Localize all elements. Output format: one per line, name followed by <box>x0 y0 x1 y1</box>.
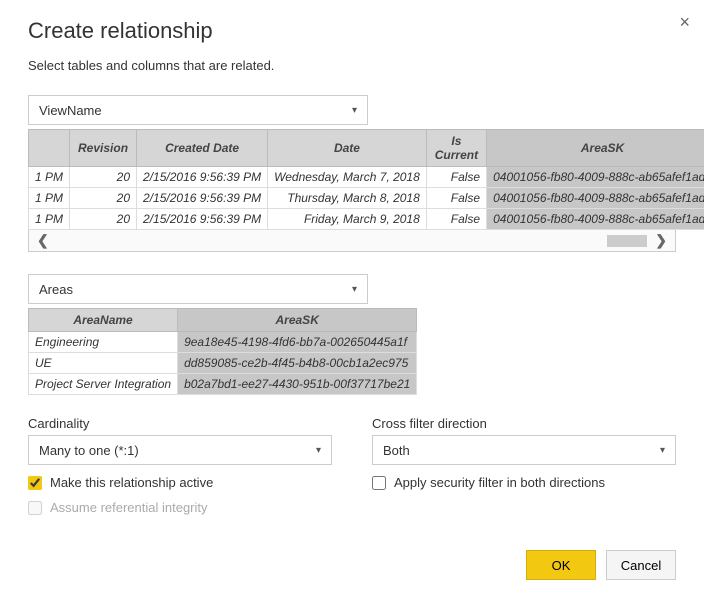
active-checkbox[interactable] <box>28 476 42 490</box>
cardinality-dropdown[interactable]: Many to one (*:1) ▾ <box>28 435 332 465</box>
table2-name: Areas <box>39 282 73 297</box>
page-title: Create relationship <box>28 18 676 44</box>
table1-col-revision[interactable]: Revision <box>70 130 137 167</box>
referential-checkbox-row: Assume referential integrity <box>28 500 332 515</box>
scroll-right-icon[interactable]: ❯ <box>655 232 667 249</box>
crossfilter-label: Cross filter direction <box>372 416 676 431</box>
chevron-down-icon: ▾ <box>316 445 321 456</box>
close-icon[interactable]: × <box>679 12 690 33</box>
table2-dropdown[interactable]: Areas ▾ <box>28 274 368 304</box>
security-checkbox[interactable] <box>372 476 386 490</box>
table2-col-areask[interactable]: AreaSK <box>178 309 417 332</box>
security-checkbox-row[interactable]: Apply security filter in both directions <box>372 475 676 490</box>
table-row[interactable]: 1 PM 20 2/15/2016 9:56:39 PM Friday, Mar… <box>29 209 704 230</box>
chevron-down-icon: ▾ <box>352 284 357 295</box>
table1-dropdown[interactable]: ViewName ▾ <box>28 95 368 125</box>
table1-name: ViewName <box>39 103 102 118</box>
table1-grid: Revision Created Date Date Is Current Ar… <box>28 129 704 230</box>
active-checkbox-row[interactable]: Make this relationship active <box>28 475 332 490</box>
table1-scrollbar[interactable]: ❮ ❯ <box>28 230 676 252</box>
table2-grid: AreaName AreaSK Engineering 9ea18e45-419… <box>28 308 417 395</box>
ok-button[interactable]: OK <box>526 550 596 580</box>
table-row[interactable]: UE dd859085-ce2b-4f45-b4b8-00cb1a2ec975 <box>29 353 417 374</box>
table-row[interactable]: Engineering 9ea18e45-4198-4fd6-bb7a-0026… <box>29 332 417 353</box>
table-row[interactable]: 1 PM 20 2/15/2016 9:56:39 PM Wednesday, … <box>29 167 704 188</box>
table2-col-areaname[interactable]: AreaName <box>29 309 178 332</box>
table1-col-date[interactable]: Date <box>268 130 427 167</box>
table-row[interactable]: 1 PM 20 2/15/2016 9:56:39 PM Thursday, M… <box>29 188 704 209</box>
chevron-down-icon: ▾ <box>660 445 665 456</box>
table-row[interactable]: Project Server Integration b02a7bd1-ee27… <box>29 374 417 395</box>
crossfilter-dropdown[interactable]: Both ▾ <box>372 435 676 465</box>
table1-col-created[interactable]: Created Date <box>137 130 268 167</box>
scrollbar-thumb[interactable] <box>607 235 647 247</box>
chevron-down-icon: ▾ <box>352 105 357 116</box>
cardinality-label: Cardinality <box>28 416 332 431</box>
table1-col-areask[interactable]: AreaSK <box>487 130 704 167</box>
referential-checkbox <box>28 501 42 515</box>
scroll-left-icon[interactable]: ❮ <box>37 232 49 249</box>
cancel-button[interactable]: Cancel <box>606 550 676 580</box>
table1-col-current[interactable]: Is Current <box>426 130 486 167</box>
subtitle: Select tables and columns that are relat… <box>28 58 676 73</box>
